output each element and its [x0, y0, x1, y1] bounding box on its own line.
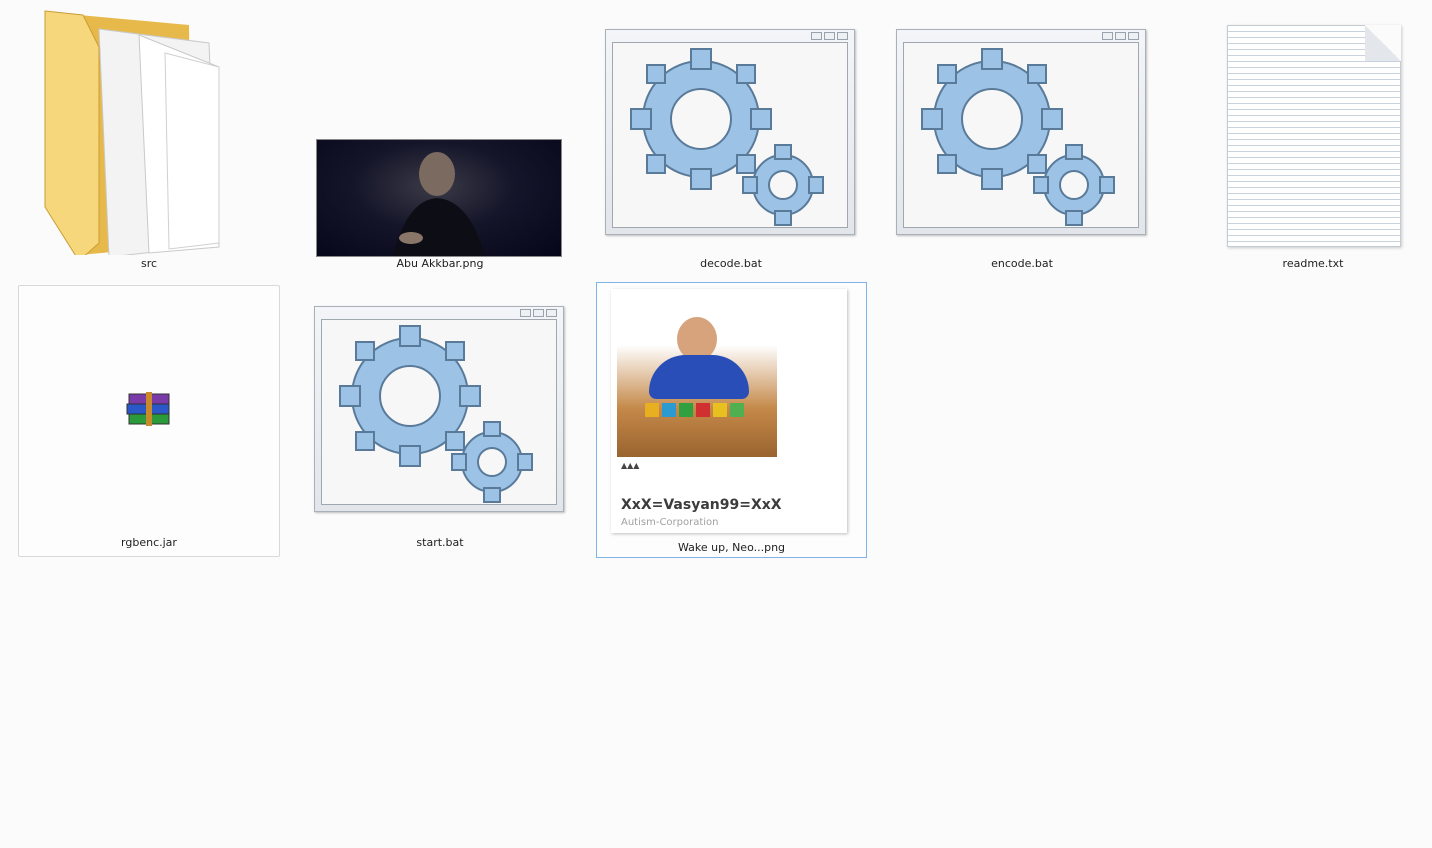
file-item-readme-txt[interactable]: readme.txt	[1182, 6, 1432, 278]
archive-file-icon	[19, 286, 279, 534]
file-icon-view: src Abu Akkbar.png decode.bat encode.bat…	[0, 0, 1432, 848]
gears-icon	[339, 325, 533, 503]
gears-icon	[630, 48, 824, 226]
gears-icon	[921, 48, 1115, 226]
file-item-encode-bat[interactable]: encode.bat	[891, 6, 1153, 278]
text-file-icon	[1183, 7, 1432, 255]
file-name: decode.bat	[700, 257, 762, 270]
batch-file-icon	[892, 7, 1152, 255]
file-name: start.bat	[416, 536, 464, 549]
file-name: readme.txt	[1282, 257, 1344, 270]
channel-subtitle: Autism-Corporation	[621, 517, 719, 528]
file-name: encode.bat	[991, 257, 1053, 270]
image-thumbnail: ▲▲▲ XxX=Vasyan99=XxX Autism-Corporation	[597, 283, 866, 533]
file-name: Abu Akkbar.png	[396, 257, 484, 270]
photo-preview: ▲▲▲ XxX=Vasyan99=XxX Autism-Corporation	[611, 289, 847, 533]
folder-icon	[19, 7, 279, 262]
file-item-rgbenc-jar[interactable]: rgbenc.jar	[18, 285, 280, 557]
file-name: rgbenc.jar	[121, 536, 177, 549]
batch-file-icon	[601, 7, 861, 255]
channel-name: XxX=Vasyan99=XxX	[621, 497, 782, 513]
channel-meta: ▲▲▲	[621, 461, 640, 470]
file-item-wake-up-neo[interactable]: ▲▲▲ XxX=Vasyan99=XxX Autism-Corporation …	[596, 282, 867, 558]
photo-preview	[316, 139, 562, 257]
file-name: Wake up, Neo...png	[677, 541, 786, 554]
image-thumbnail	[310, 7, 570, 257]
file-item-start-bat[interactable]: start.bat	[309, 285, 571, 557]
winrar-books-icon	[126, 392, 170, 426]
file-item-src[interactable]: src	[18, 6, 280, 278]
batch-file-icon	[310, 286, 570, 534]
file-item-abu-akkbar[interactable]: Abu Akkbar.png	[309, 6, 571, 278]
file-item-decode-bat[interactable]: decode.bat	[600, 6, 862, 278]
file-name: src	[140, 257, 158, 270]
